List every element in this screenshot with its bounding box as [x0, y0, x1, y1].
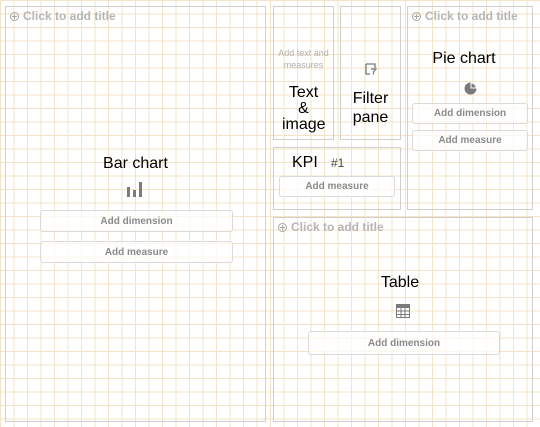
table-add-dimension-button[interactable]: Add dimension	[308, 331, 500, 355]
kpi-label: KPI	[292, 154, 318, 171]
pie-chart-icon	[464, 82, 477, 95]
filter-pane-icon	[365, 63, 377, 75]
pie-chart-panel[interactable]: Click to add title Pie chart Add dimensi…	[407, 6, 533, 210]
bar-chart-add-measure-button[interactable]: Add measure	[40, 241, 233, 263]
table-icon	[396, 304, 410, 318]
bar-chart-icon	[127, 181, 145, 197]
text-image-label: Text & image	[282, 84, 326, 133]
pie-chart-title-placeholder[interactable]: Click to add title	[412, 9, 518, 23]
kpi-panel[interactable]: KPI #1 Add measure	[273, 147, 401, 210]
pie-chart-add-dimension-button[interactable]: Add dimension	[412, 103, 528, 124]
bar-chart-add-dimension-button[interactable]: Add dimension	[40, 210, 233, 232]
bar-chart-label: Bar chart	[103, 155, 168, 172]
table-title-text: Click to add title	[291, 220, 384, 234]
filter-pane-panel[interactable]: Filter pane	[340, 6, 401, 140]
kpi-add-measure-button[interactable]: Add measure	[279, 176, 395, 197]
table-panel[interactable]: Click to add title Table Add dimension	[273, 217, 533, 422]
bar-chart-title-text: Click to add title	[23, 9, 116, 23]
pie-chart-add-measure-button[interactable]: Add measure	[412, 130, 528, 151]
pie-chart-label: Pie chart	[432, 50, 496, 67]
text-image-placeholder: Add text and measures	[278, 48, 329, 70]
table-label: Table	[380, 274, 420, 291]
bar-chart-title-placeholder[interactable]: Click to add title	[10, 9, 116, 23]
text-image-panel[interactable]: Add text and measures Text & image	[273, 6, 334, 140]
kpi-icon: #1	[331, 156, 345, 170]
filter-pane-label: Filter pane	[352, 90, 389, 126]
bar-chart-panel[interactable]: Click to add title Bar chart Add dimensi…	[5, 6, 266, 422]
add-title-icon	[10, 11, 19, 21]
add-title-icon	[412, 11, 421, 21]
pie-chart-title-text: Click to add title	[425, 9, 518, 23]
table-title-placeholder[interactable]: Click to add title	[278, 220, 384, 234]
add-title-icon	[278, 222, 287, 232]
